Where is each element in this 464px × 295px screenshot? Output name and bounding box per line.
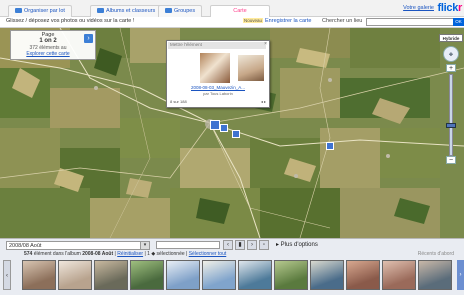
photo-thumbnail[interactable] (418, 260, 452, 290)
photo-thumbnail[interactable] (22, 260, 56, 290)
selection-count: 1 ◆ sélectionnée (147, 251, 185, 257)
new-badge: Nouveau (243, 18, 264, 23)
next-button[interactable]: › (247, 240, 257, 250)
map-type-hybrid-button[interactable]: Hybride (439, 34, 463, 42)
batch-select[interactable]: 2008/08 Août ▾ (6, 241, 150, 250)
photo-thumbnail[interactable] (310, 260, 344, 290)
top-tab-bar: Organiser par lot Albums et classeurs Gr… (0, 0, 464, 18)
next-page-button[interactable]: › (84, 34, 93, 43)
map-zoom-controls: Hybride ✥ + − (439, 34, 463, 164)
photo-tray: 2008/08 Août ▾ ‹ ▮ › ▫ ▸ Plus d'options 5… (0, 238, 464, 295)
photo-byline: par Tous Laborin (203, 91, 233, 96)
find-place-label: Chercher un lieu (322, 18, 363, 24)
prev-button[interactable]: ‹ (223, 240, 233, 250)
scroll-left-button[interactable]: ‹ (3, 260, 11, 290)
popup-photo-thumbnail[interactable] (238, 55, 264, 81)
photo-thumbnail[interactable] (238, 260, 272, 290)
photo-title-link[interactable]: 2008-08-03_Mauvezin_A... (169, 85, 267, 90)
pager-value: 1 on 2 (39, 38, 57, 44)
photo-thumbnail[interactable] (166, 260, 200, 290)
tab-organize-batch[interactable]: Organiser par lot (8, 5, 72, 17)
albums-icon (97, 8, 104, 14)
photo-thumbnail[interactable] (94, 260, 128, 290)
batch-icon (15, 8, 22, 14)
reset-link[interactable]: Réinitialiser (117, 251, 143, 257)
select-all-link[interactable]: Sélectionner tout (189, 251, 227, 257)
photo-thumbnail[interactable] (202, 260, 236, 290)
photo-thumbnail[interactable] (130, 260, 164, 290)
flickr-logo[interactable]: flickr (438, 2, 463, 14)
popup-nav-arrows[interactable]: ◂ ▸ (261, 99, 266, 104)
photo-marker[interactable] (232, 130, 240, 138)
explore-map-link[interactable]: Explorer cette carte (11, 51, 85, 57)
photo-marker[interactable] (220, 124, 228, 132)
pan-control-icon[interactable]: ✥ (443, 46, 459, 62)
more-options-link[interactable]: ▸ Plus d'options (276, 241, 318, 248)
photo-thumbnail[interactable] (58, 260, 92, 290)
chevron-down-icon: ▾ (140, 242, 149, 249)
photo-thumbnail[interactable] (382, 260, 416, 290)
photo-info-popup: Mettre l'élément × 2008-08-03_Mauvezin_A… (166, 40, 270, 108)
photo-marker[interactable] (326, 142, 334, 150)
tray-search-input[interactable] (156, 241, 220, 249)
photo-thumbnail[interactable] (274, 260, 308, 290)
zoom-slider-track[interactable] (449, 74, 453, 156)
map-toolbar: Glissez / déposez vos photos ou vidéos s… (0, 17, 464, 28)
zoom-slider-thumb[interactable] (446, 123, 456, 128)
close-icon[interactable]: × (264, 41, 267, 47)
tray-summary: 574 élément dans l'album 2008-08 Août | … (24, 251, 227, 257)
your-gallery-link[interactable]: Votre galerie (403, 5, 434, 11)
scroll-right-button[interactable]: › (457, 260, 464, 290)
popup-photo-thumbnail[interactable] (200, 53, 230, 83)
zoom-out-button[interactable]: − (446, 156, 456, 164)
zoom-in-button[interactable]: + (446, 64, 456, 72)
drag-drop-instructions: Glissez / déposez vos photos ou vidéos s… (6, 18, 135, 24)
popup-pagination: 8 sur 188 (170, 99, 187, 104)
photo-marker[interactable] (210, 120, 220, 130)
tab-albums[interactable]: Albums et classeurs (90, 5, 163, 17)
fullscreen-button[interactable]: ▫ (259, 240, 269, 250)
pause-button[interactable]: ▮ (235, 240, 245, 250)
map-pager: Page 1 on 2 372 éléments au Explorer cet… (10, 30, 96, 60)
save-map-link[interactable]: Nouveau Enregistrer la carte (243, 18, 311, 24)
popup-title: Mettre l'élément (170, 42, 202, 47)
find-place-input[interactable] (366, 18, 454, 26)
tab-groups[interactable]: Groupes (158, 5, 203, 17)
thumbnail-strip (22, 258, 458, 292)
find-place-button[interactable]: OK (453, 18, 464, 26)
sort-recent-link[interactable]: Récents d'abord (418, 251, 454, 257)
photo-thumbnail[interactable] (346, 260, 380, 290)
groups-icon (165, 8, 172, 14)
